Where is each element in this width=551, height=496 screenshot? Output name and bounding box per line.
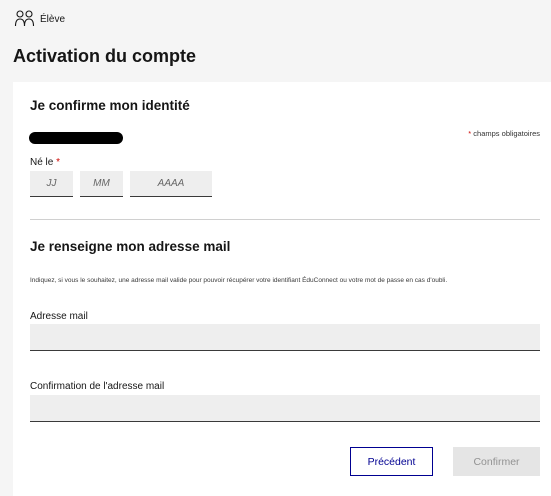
redacted-name: [29, 132, 123, 144]
email-section-title: Je renseigne mon adresse mail: [30, 239, 231, 254]
role-label: Élève: [40, 13, 66, 25]
email-input[interactable]: [30, 324, 540, 351]
required-star: *: [468, 129, 472, 138]
section-divider: [30, 219, 540, 220]
email-label: Adresse mail: [30, 311, 88, 322]
confirm-button[interactable]: Confirmer: [453, 447, 540, 476]
required-note-text: champs obligatoires: [473, 129, 540, 138]
top-bar: Élève: [0, 0, 551, 38]
birth-date-label-text: Né le: [30, 157, 54, 168]
birth-date-label: Né le *: [30, 157, 60, 168]
previous-button[interactable]: Précédent: [350, 447, 433, 476]
email-help-text: Indiquez, si vous le souhaitez, une adre…: [30, 277, 448, 284]
birth-day-input[interactable]: [30, 171, 73, 197]
birth-year-input[interactable]: [130, 171, 212, 197]
activation-form: Je confirme mon identité * champs obliga…: [13, 82, 551, 496]
birth-month-input[interactable]: [80, 171, 123, 197]
identity-section-title: Je confirme mon identité: [30, 98, 190, 113]
email-confirm-label: Confirmation de l'adresse mail: [30, 381, 165, 392]
users-icon: [14, 9, 36, 29]
email-confirm-input[interactable]: [30, 395, 540, 422]
required-star: *: [56, 157, 61, 168]
page-title: Activation du compte: [13, 46, 197, 66]
required-fields-note: * champs obligatoires: [468, 129, 540, 138]
